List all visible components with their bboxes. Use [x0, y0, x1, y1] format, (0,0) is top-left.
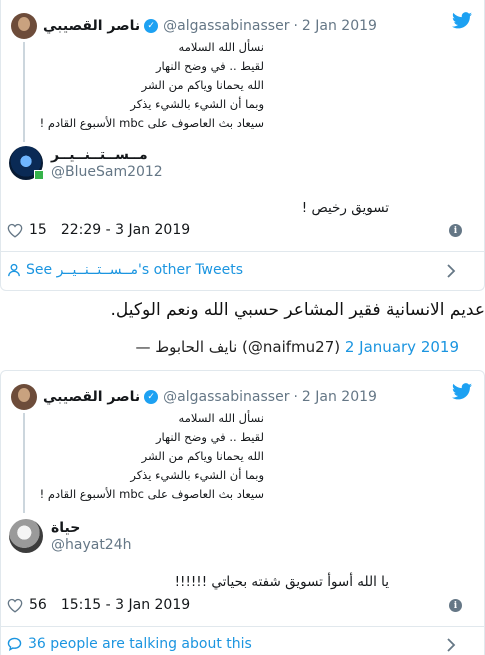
reply-text: يا الله أسوأ تسويق شفته بحياتي !!!!!! [174, 574, 389, 590]
avatar[interactable] [9, 519, 43, 553]
people-talking-link[interactable]: 36 people are talking about this [7, 636, 252, 652]
chevron-right-icon[interactable] [446, 264, 456, 278]
separator: · [293, 389, 298, 405]
chat-bubble-icon [7, 637, 22, 651]
quoted-line: لقيط .. في وضح النهار [156, 59, 264, 73]
verified-icon: ✓ [144, 390, 159, 404]
thread-line [23, 413, 25, 513]
quoted-line: الله يحمانا وياكم من الشر [141, 449, 264, 463]
quoted-tweet-text: نسأل الله السلامه لقيط .. في وضح النهار … [34, 38, 264, 133]
badge-icon [34, 170, 44, 180]
tweet-card-2[interactable]: ناصر القصيبي ✓ @algassabinasser · 2 Jan … [0, 370, 485, 655]
author-name[interactable]: مــســتــنــيــر [51, 146, 163, 164]
quoted-line: سيعاد بث العاصوف على mbc الأسبوع القادم … [39, 116, 264, 130]
twitter-bird-icon[interactable] [452, 383, 472, 400]
like-count[interactable]: 56 [29, 597, 47, 613]
quoted-line: نسأل الله السلامه [178, 40, 264, 54]
author-handle[interactable]: @algassabinasser [163, 18, 289, 34]
footer-link-label[interactable]: See مــســتــنــيــر's other Tweets [26, 262, 243, 278]
reply-header: مــســتــنــيــر @BlueSam2012 [9, 146, 163, 180]
quoted-line: وبما أن الشيء بالشيء يذكر [130, 468, 264, 482]
timestamp[interactable]: 22:29 - 3 Jan 2019 [61, 222, 190, 238]
reply-text: تسويق رخيص ! [301, 200, 389, 216]
heart-icon[interactable] [7, 598, 23, 613]
author-handle[interactable]: @algassabinasser [163, 389, 289, 405]
quoted-tweet-header: ناصر القصيبي ✓ @algassabinasser · 2 Jan … [11, 12, 377, 40]
person-icon [8, 263, 20, 277]
heart-icon[interactable] [7, 223, 23, 238]
tweet-meta: 15 22:29 - 3 Jan 2019 [7, 222, 190, 238]
footer-link-label[interactable]: 36 people are talking about this [28, 636, 252, 652]
info-icon[interactable]: i [449, 599, 462, 612]
avatar[interactable] [9, 146, 44, 180]
tweet-meta: 56 15:15 - 3 Jan 2019 [7, 597, 190, 613]
twitter-bird-icon[interactable] [452, 12, 472, 29]
quoted-tweet-text: نسأل الله السلامه لقيط .. في وضح النهار … [34, 409, 264, 504]
like-count[interactable]: 15 [29, 222, 47, 238]
info-icon[interactable]: i [449, 224, 462, 237]
quoted-line: الله يحمانا وياكم من الشر [141, 78, 264, 92]
quoted-line: لقيط .. في وضح النهار [156, 430, 264, 444]
author-name[interactable]: ناصر القصيبي [43, 389, 140, 405]
author-handle[interactable]: @hayat24h [51, 537, 132, 553]
author-handle[interactable]: @BlueSam2012 [51, 164, 163, 180]
quoted-tweet-header: ناصر القصيبي ✓ @algassabinasser · 2 Jan … [11, 383, 377, 411]
attribution-date-link[interactable]: 2 January 2019 [345, 338, 459, 356]
avatar[interactable] [11, 384, 37, 410]
verified-icon: ✓ [144, 19, 159, 33]
blockquote-text: عديم الانسانية فقير المشاعر حسبي الله ون… [110, 300, 485, 320]
chevron-right-icon[interactable] [446, 638, 456, 652]
reply-header: حياة @hayat24h [9, 519, 132, 553]
tweet-date[interactable]: 2 Jan 2019 [302, 18, 377, 34]
tweet-date[interactable]: 2 Jan 2019 [302, 389, 377, 405]
tweet-card-1[interactable]: ناصر القصيبي ✓ @algassabinasser · 2 Jan … [0, 0, 485, 291]
separator: · [293, 18, 298, 34]
attribution-author: — نايف الحابوط (@naifmu27) [135, 338, 341, 356]
thread-line [23, 42, 25, 142]
divider [1, 251, 484, 252]
avatar[interactable] [11, 13, 37, 39]
timestamp[interactable]: 15:15 - 3 Jan 2019 [61, 597, 190, 613]
divider [1, 626, 484, 627]
blockquote-attribution: — نايف الحابوط (@naifmu27) 2 January 201… [135, 338, 459, 356]
author-name[interactable]: حياة [51, 519, 132, 537]
quoted-line: وبما أن الشيء بالشيء يذكر [130, 97, 264, 111]
quoted-line: نسأل الله السلامه [178, 411, 264, 425]
quoted-line: سيعاد بث العاصوف على mbc الأسبوع القادم … [39, 487, 264, 501]
author-name[interactable]: ناصر القصيبي [43, 18, 140, 34]
see-other-tweets-link[interactable]: See مــســتــنــيــر's other Tweets [7, 262, 243, 278]
